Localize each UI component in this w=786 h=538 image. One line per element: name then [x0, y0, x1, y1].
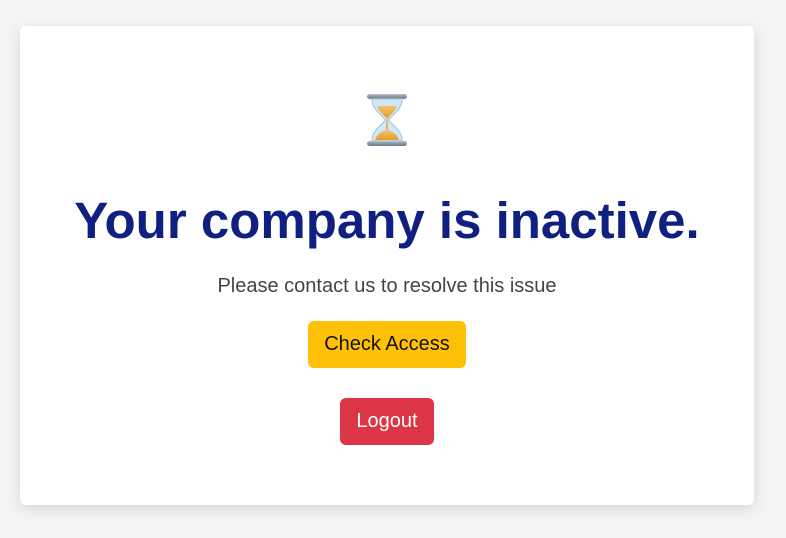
- status-message: Please contact us to resolve this issue: [217, 275, 557, 297]
- inactive-company-card: Your company is inactive. Please contact…: [20, 26, 754, 505]
- logout-button[interactable]: Logout: [340, 398, 434, 445]
- page-title: Your company is inactive.: [74, 192, 700, 249]
- check-access-button[interactable]: Check Access: [308, 321, 466, 368]
- hourglass-icon: [20, 88, 754, 152]
